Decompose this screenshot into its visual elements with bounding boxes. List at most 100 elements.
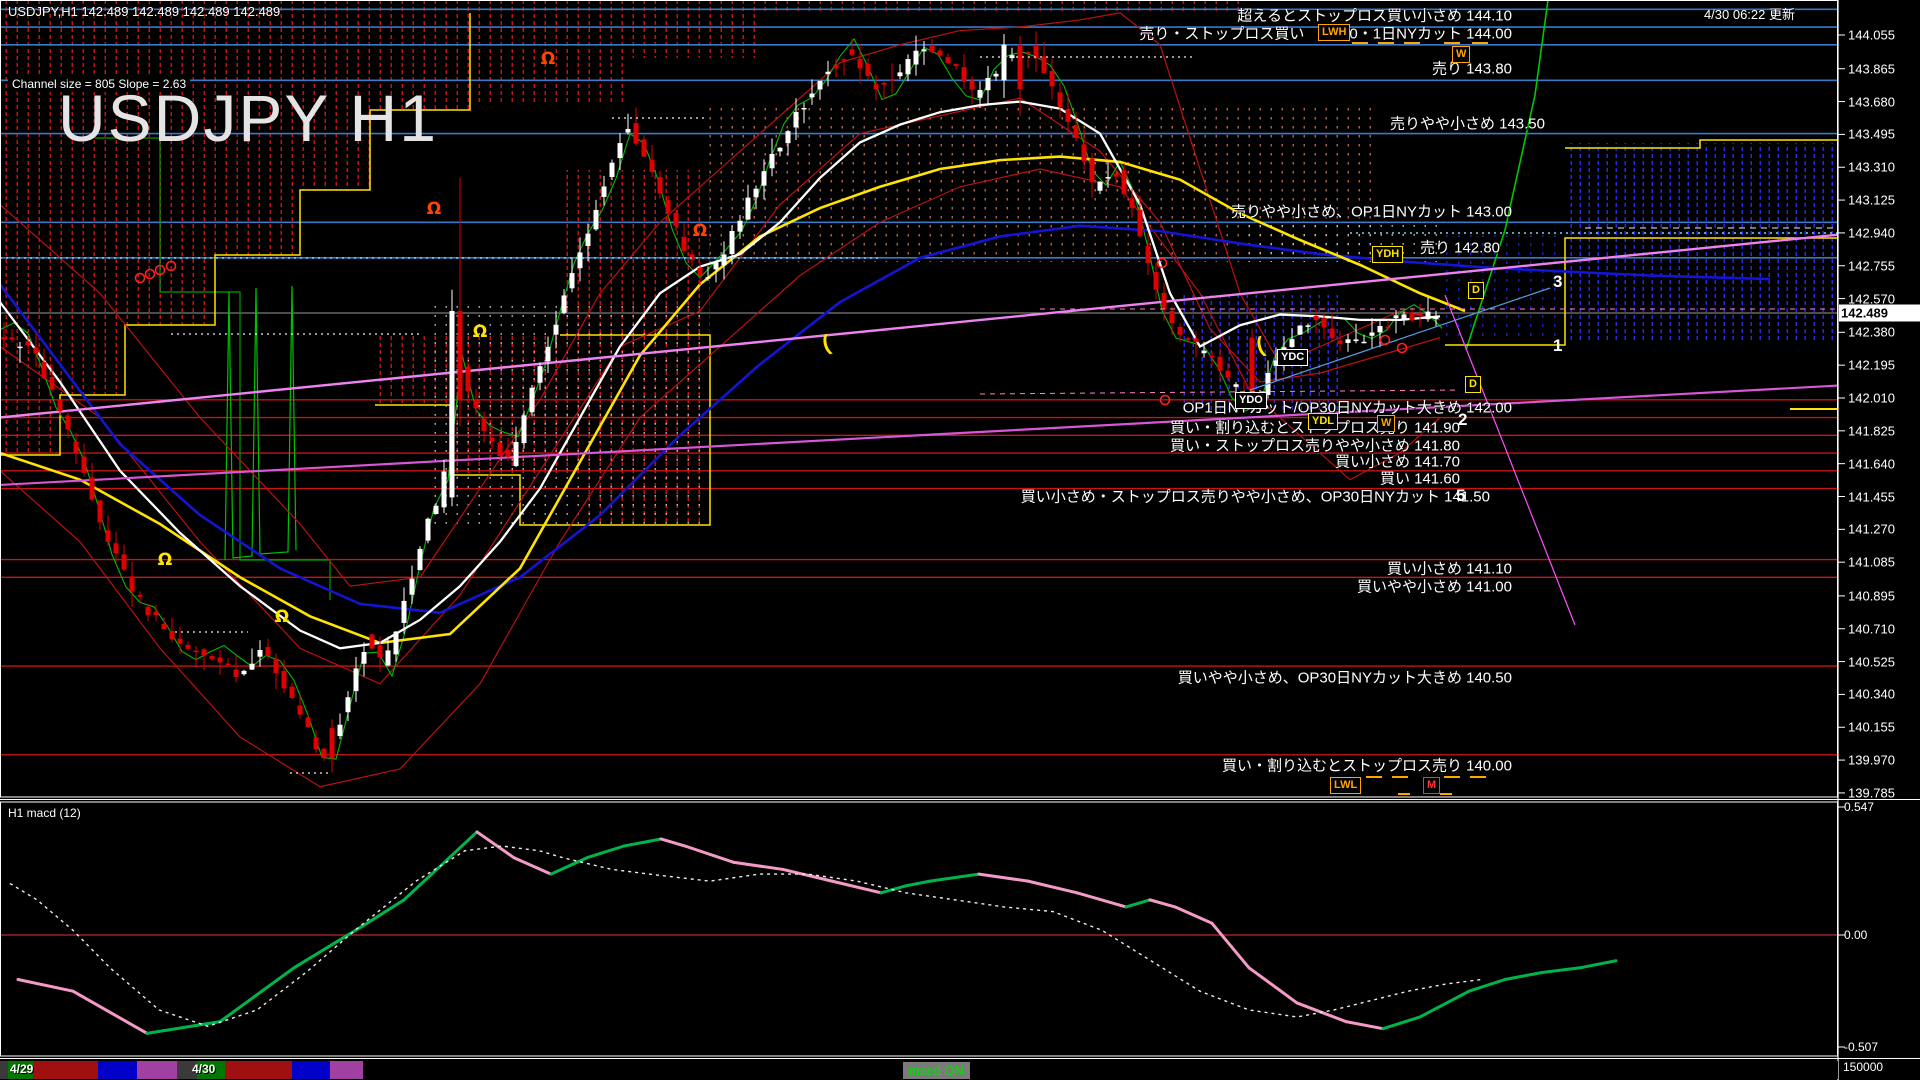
macd-main-line — [1420, 991, 1469, 1017]
orange-dash-decoration — [1404, 42, 1420, 44]
price-axis-tick: 139.785 — [1848, 785, 1895, 800]
price-axis-tick: 143.865 — [1848, 61, 1895, 76]
green-spikes — [225, 286, 296, 560]
omega-marker: Ω — [158, 550, 172, 570]
price-axis-tick: 142.755 — [1848, 258, 1895, 273]
level-tag-w: W — [1452, 46, 1470, 63]
level-tag-ydc: YDC — [1277, 349, 1308, 366]
price-axis-tick: 142.195 — [1848, 358, 1895, 373]
level-tag-m: M — [1423, 777, 1440, 794]
price-axis-tick: 141.640 — [1848, 456, 1895, 471]
macd-main-line — [1126, 900, 1150, 907]
price-axis-tick: 141.270 — [1848, 522, 1895, 537]
ichimoku-cloud-blue — [1565, 143, 1838, 342]
price-axis-tick: 142.940 — [1848, 225, 1895, 240]
macd-main-line — [832, 881, 881, 893]
session-segment — [330, 1061, 363, 1079]
macd-main-line — [1505, 972, 1542, 979]
level-tag-d: D — [1468, 282, 1484, 299]
channel-info-label: Channel size = 805 Slope = 2.63 — [8, 76, 190, 92]
price-annotation: 買い小さめ・ストップロス売りやや小さめ、OP30日NYカット 141.50 — [1021, 486, 1490, 507]
macd-main-line — [661, 839, 685, 846]
macd-main-line — [18, 979, 73, 991]
price-axis-tick: 142.010 — [1848, 390, 1895, 405]
macd-main-line — [294, 923, 367, 967]
price-axis-tick: 141.085 — [1848, 555, 1895, 570]
current-price-label: 142.489 — [1839, 304, 1920, 321]
macd-main-line — [147, 1022, 220, 1034]
macd-main-line — [783, 869, 832, 881]
macd-main-line — [1028, 881, 1077, 893]
orange-dash-decoration — [1472, 42, 1488, 44]
price-annotation: 売りやや小さめ 143.50 — [1390, 113, 1545, 134]
session-segment — [33, 1061, 98, 1079]
symbol-ohlc-readout: USDJPY,H1 142.489 142.489 142.489 142.48… — [8, 4, 280, 19]
price-annotation: 売り 142.80 — [1420, 237, 1500, 258]
price-annotation: 買い・割り込むとストップロス売り 140.00 — [1222, 755, 1512, 776]
wave-count-number: 1 — [1553, 336, 1562, 356]
macd-indicator-label: H1 macd (12) — [8, 806, 81, 820]
date-label: 4/29 — [10, 1062, 33, 1076]
price-axis-tick: 140.525 — [1848, 654, 1895, 669]
price-axis-tick: 143.680 — [1848, 94, 1895, 109]
level-tag-ydo: YDO — [1235, 392, 1267, 409]
price-axis-tick: 140.895 — [1848, 588, 1895, 603]
chart-canvas: ΩΩΩΩΩΩ(( — [0, 0, 1920, 1080]
orange-dash-decoration — [1440, 793, 1452, 795]
orange-dash-decoration — [1378, 42, 1394, 44]
macd-pane — [0, 832, 1838, 1033]
macd-main-line — [367, 900, 404, 923]
orange-dash-decoration — [1366, 776, 1382, 778]
macd-main-line — [220, 968, 294, 1022]
wave-count-number: 5 — [1456, 486, 1465, 506]
macd-main-line — [1175, 907, 1212, 923]
macd-main-line — [477, 832, 514, 858]
macd-main-line — [1150, 900, 1175, 907]
macd-main-line — [734, 862, 783, 869]
macd-axis-tick: -0.507 — [1844, 1040, 1878, 1054]
macd-axis-tick: 0.00 — [1844, 928, 1867, 942]
macd-main-line — [587, 846, 624, 858]
price-axis-tick: 140.340 — [1848, 687, 1895, 702]
macd-main-line — [1346, 1022, 1383, 1029]
level-tag-ydh: YDH — [1372, 246, 1403, 263]
price-annotation: 売り 143.80 — [1432, 58, 1512, 79]
session-segment — [363, 1061, 1838, 1079]
omega-marker: Ω — [473, 322, 487, 342]
macd-main-line — [1077, 893, 1126, 907]
price-axis-tick: 141.455 — [1848, 489, 1895, 504]
orange-dash-decoration — [1352, 42, 1368, 44]
macd-main-line — [73, 991, 147, 1033]
price-annotation: 買いやや小さめ 141.00 — [1357, 576, 1512, 597]
price-axis-tick: 141.825 — [1848, 423, 1895, 438]
macd-main-line — [1580, 961, 1616, 968]
omega-marker: Ω — [427, 199, 441, 219]
macd-main-line — [979, 874, 1028, 881]
price-annotation: 売りやや小さめ、OP1日NYカット 143.00 — [1231, 201, 1512, 222]
omega-marker: Ω — [275, 607, 289, 627]
session-segment — [98, 1061, 137, 1079]
level-tag-w: W — [1377, 415, 1395, 432]
macd-main-line — [551, 858, 587, 874]
price-axis-tick: 144.055 — [1848, 28, 1895, 43]
orange-dash-decoration — [1392, 776, 1408, 778]
macd-main-line — [1542, 968, 1580, 973]
last-updated-timestamp: 4/30 06:22 更新 — [1704, 4, 1795, 23]
macd-main-line — [930, 874, 979, 881]
price-axis-tick: 143.125 — [1848, 193, 1895, 208]
macd-axis-tick: 0.547 — [1844, 800, 1874, 814]
orange-dash-decoration — [1444, 42, 1460, 44]
price-axis-tick: 140.155 — [1848, 720, 1895, 735]
orange-dash-decoration — [1470, 776, 1486, 778]
price-annotation: 買いやや小さめ、OP30日NYカット大きめ 140.50 — [1178, 667, 1512, 688]
price-axis-tick: 142.380 — [1848, 325, 1895, 340]
macd-on-badge[interactable]: macd ON — [903, 1062, 970, 1079]
omega-marker: Ω — [541, 49, 555, 69]
omega-marker: Ω — [693, 221, 707, 241]
macd-main-line — [1469, 979, 1505, 991]
level-tag-lwl: LWL — [1330, 777, 1361, 794]
session-segment — [137, 1061, 177, 1079]
crescent-marker: ( — [819, 330, 833, 356]
trading-terminal-window: ΩΩΩΩΩΩ(( USDJPY H1 USDJPY,H1 142.489 142… — [0, 0, 1920, 1080]
level-tag-d: D — [1465, 376, 1481, 393]
